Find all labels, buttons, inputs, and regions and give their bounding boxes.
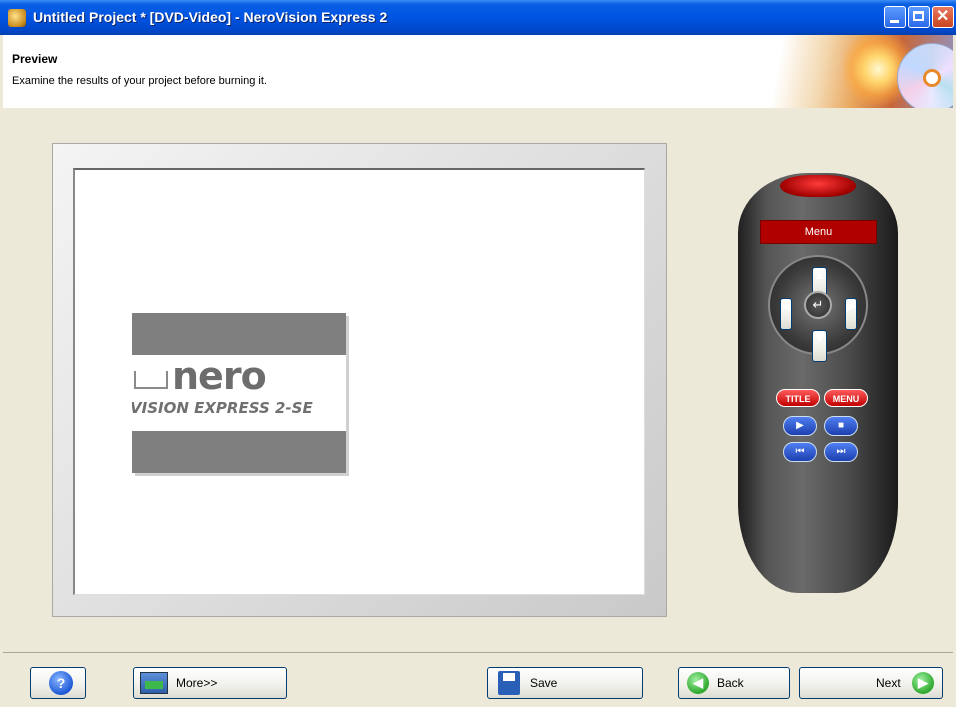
title-bar[interactable]: Untitled Project * [DVD-Video] - NeroVis…	[0, 0, 956, 35]
help-icon: ?	[49, 671, 73, 695]
more-button-label: More>>	[176, 676, 218, 690]
nero-logo: nero VISION EXPRESS 2-SE	[132, 313, 346, 473]
logo-top-band	[132, 313, 346, 355]
close-button[interactable]: ✕	[932, 6, 954, 28]
help-button[interactable]: ?	[30, 667, 86, 699]
page-subtitle: Examine the results of your project befo…	[12, 75, 267, 87]
dpad-left-button[interactable]: ◀	[780, 298, 792, 330]
remote-next-button[interactable]: ⏭	[824, 442, 858, 462]
remote-control: Menu ▲ ▼ ◀ ▶ ↵ TITLE MENU ▶ ■ ⏮ ⏭	[738, 173, 898, 593]
page-title: Preview	[12, 52, 58, 66]
minimize-icon	[890, 20, 899, 23]
minimize-button[interactable]	[884, 6, 906, 28]
remote-display-label: Menu	[760, 220, 877, 244]
back-button[interactable]: ◀ Back	[678, 667, 790, 699]
save-button[interactable]: Save	[487, 667, 643, 699]
preview-screen[interactable]: nero VISION EXPRESS 2-SE	[73, 168, 645, 595]
page-header: Preview Examine the results of your proj…	[3, 35, 953, 108]
more-button[interactable]: More>>	[133, 667, 287, 699]
app-window: Untitled Project * [DVD-Video] - NeroVis…	[0, 0, 956, 707]
back-button-label: Back	[717, 676, 744, 690]
nerovision-icon	[8, 9, 26, 27]
remote-title-button[interactable]: TITLE	[776, 389, 820, 407]
remote-ir-window	[780, 175, 856, 197]
dpad-down-button[interactable]: ▼	[812, 330, 827, 362]
more-options-icon	[140, 672, 168, 694]
next-arrow-icon: ▶	[912, 672, 934, 694]
dpad-enter-button[interactable]: ↵	[804, 291, 832, 319]
window-title: Untitled Project * [DVD-Video] - NeroVis…	[33, 9, 388, 25]
floppy-disk-icon	[498, 671, 520, 695]
maximize-button[interactable]	[908, 6, 930, 28]
dpad-right-button[interactable]: ▶	[845, 298, 857, 330]
button-bar: ? More>> Save ◀ Back Next ▶	[3, 653, 953, 707]
logo-tagline: VISION EXPRESS 2-SE	[132, 399, 313, 417]
remote-play-button[interactable]: ▶	[783, 416, 817, 436]
remote-menu-button[interactable]: MENU	[824, 389, 868, 407]
remote-dpad: ▲ ▼ ◀ ▶ ↵	[768, 255, 868, 362]
logo-brand-text: nero	[172, 354, 267, 398]
close-icon: ✕	[936, 8, 950, 25]
book-icon	[134, 371, 168, 389]
next-button[interactable]: Next ▶	[799, 667, 943, 699]
back-arrow-icon: ◀	[687, 672, 709, 694]
content-area: nero VISION EXPRESS 2-SE Menu ▲ ▼ ◀ ▶ ↵ …	[3, 108, 953, 652]
save-button-label: Save	[530, 676, 558, 690]
preview-frame: nero VISION EXPRESS 2-SE	[52, 143, 667, 617]
maximize-icon	[913, 11, 924, 21]
remote-stop-button[interactable]: ■	[824, 416, 858, 436]
logo-bottom-band	[132, 431, 346, 473]
header-banner-art	[743, 35, 953, 108]
remote-previous-button[interactable]: ⏮	[783, 442, 817, 462]
next-button-label: Next	[876, 676, 901, 690]
